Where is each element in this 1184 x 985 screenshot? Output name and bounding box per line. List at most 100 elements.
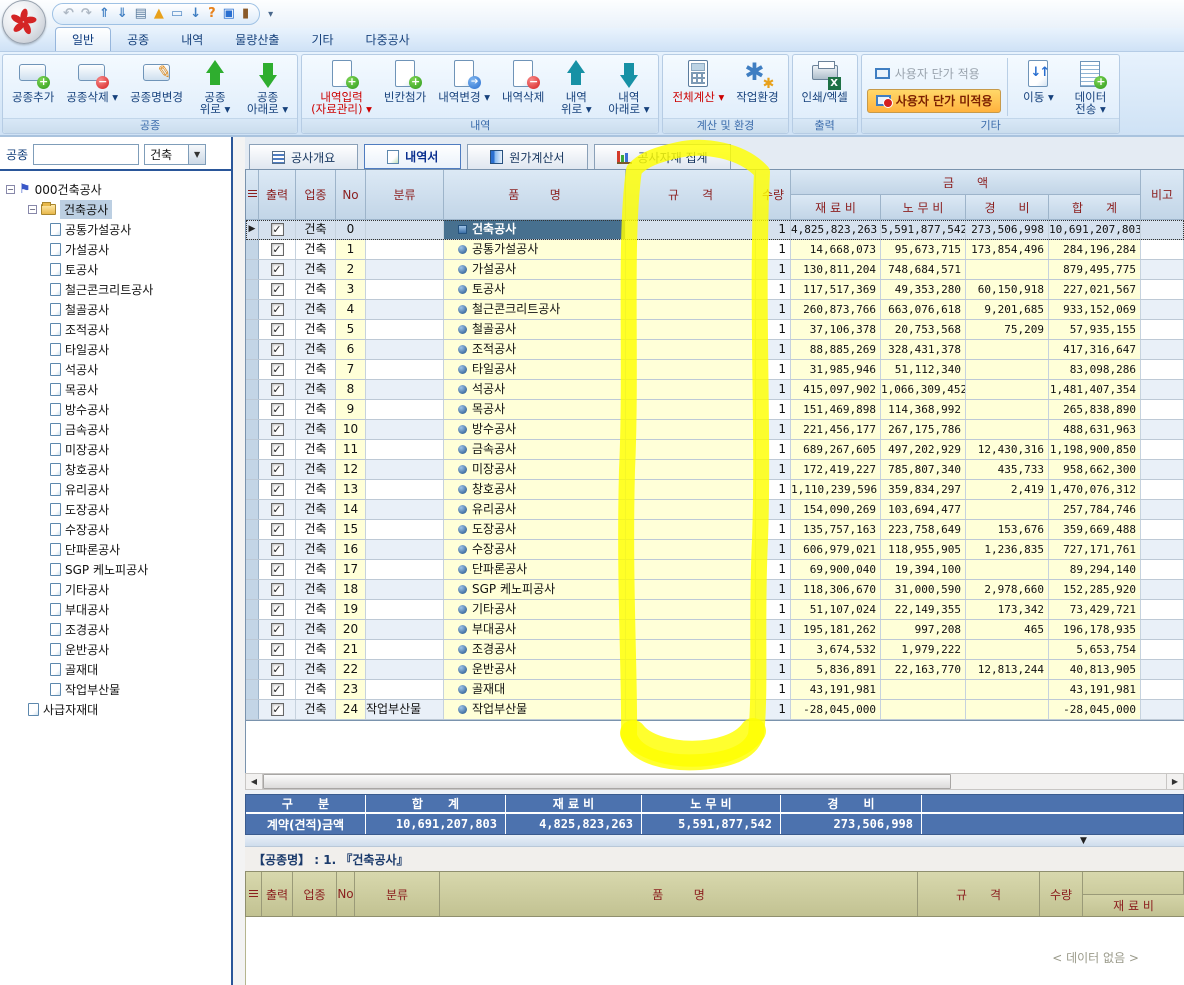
class-cell[interactable] [366, 660, 444, 679]
expense-cell[interactable]: 2,978,660 [966, 580, 1049, 599]
industry-cell[interactable]: 건축 [296, 380, 336, 399]
row-indicator[interactable] [246, 480, 259, 499]
expense-cell[interactable]: 2,419 [966, 480, 1049, 499]
labor-cost-cell[interactable]: 328,431,378 [881, 340, 966, 359]
tree-item[interactable]: 공통가설공사 [0, 219, 231, 239]
col-header-spec[interactable]: 규 격 [626, 170, 756, 220]
remark-cell[interactable] [1141, 420, 1184, 439]
checkbox-checked-icon[interactable]: ✓ [271, 343, 284, 356]
spec-cell[interactable] [626, 560, 756, 579]
qty-cell[interactable]: 1 [756, 540, 791, 559]
labor-cost-cell[interactable] [881, 700, 966, 719]
name-cell[interactable]: 수장공사 [444, 540, 626, 559]
industry-cell[interactable]: 건축 [296, 640, 336, 659]
col-header-industry[interactable]: 업종 [296, 170, 336, 220]
output-checkbox-cell[interactable]: ✓ [259, 540, 296, 559]
checkbox-checked-icon[interactable]: ✓ [271, 683, 284, 696]
table-row[interactable]: ✓건축20부대공사1195,181,262997,208465196,178,9… [246, 620, 1184, 640]
labor-cost-cell[interactable]: 95,673,715 [881, 240, 966, 259]
class-cell[interactable] [366, 300, 444, 319]
tree-item[interactable]: 조경공사 [0, 619, 231, 639]
bottom-col-material[interactable]: 재 료 비 [1083, 894, 1184, 916]
name-cell[interactable]: SGP 케노피공사 [444, 580, 626, 599]
table-row[interactable]: ✓건축12미장공사1172,419,227785,807,340435,7339… [246, 460, 1184, 480]
total-cost-cell[interactable]: 879,495,775 [1049, 260, 1141, 279]
col-header-material[interactable]: 재 료 비 [791, 195, 881, 220]
total-cost-cell[interactable]: 73,429,721 [1049, 600, 1141, 619]
panel-splitter[interactable]: ▼ [245, 835, 1184, 847]
checkbox-checked-icon[interactable]: ✓ [271, 443, 284, 456]
output-checkbox-cell[interactable]: ✓ [259, 520, 296, 539]
bottom-col-spec[interactable]: 규 격 [918, 872, 1040, 916]
tree-item[interactable]: 철근콘크리트공사 [0, 279, 231, 299]
qty-cell[interactable]: 1 [756, 700, 791, 719]
total-cost-cell[interactable]: 57,935,155 [1049, 320, 1141, 339]
labor-cost-cell[interactable]: 663,076,618 [881, 300, 966, 319]
expense-cell[interactable]: 465 [966, 620, 1049, 639]
tree-item[interactable]: 조적공사 [0, 319, 231, 339]
remark-cell[interactable] [1141, 260, 1184, 279]
form-options-icon[interactable]: ▤ [135, 4, 147, 24]
industry-cell[interactable]: 건축 [296, 460, 336, 479]
scroll-right-icon[interactable]: ▶ [1166, 774, 1183, 789]
total-cost-cell[interactable]: 1,481,407,354 [1049, 380, 1141, 399]
labor-cost-cell[interactable]: 19,394,100 [881, 560, 966, 579]
checkbox-checked-icon[interactable]: ✓ [271, 583, 284, 596]
checkbox-checked-icon[interactable]: ✓ [271, 223, 284, 236]
material-cost-cell[interactable]: 154,090,269 [791, 500, 881, 519]
tree-item[interactable]: 도장공사 [0, 499, 231, 519]
class-cell[interactable] [366, 600, 444, 619]
class-cell[interactable]: 작업부산물 [366, 700, 444, 719]
industry-cell[interactable]: 건축 [296, 560, 336, 579]
download-circle-icon[interactable]: ↓ [190, 4, 201, 24]
bottom-corner-cell[interactable] [246, 872, 262, 916]
material-cost-cell[interactable]: 117,517,369 [791, 280, 881, 299]
class-cell[interactable] [366, 680, 444, 699]
name-cell[interactable]: 미장공사 [444, 460, 626, 479]
table-row[interactable]: ✓건축24작업부산물작업부산물1-28,045,000-28,045,000 [246, 700, 1184, 720]
help-icon[interactable]: ? [208, 4, 216, 24]
table-row[interactable]: ✓건축11금속공사1689,267,605497,202,92912,430,3… [246, 440, 1184, 460]
qty-cell[interactable]: 1 [756, 260, 791, 279]
spec-cell[interactable] [626, 660, 756, 679]
tree-item[interactable]: 철골공사 [0, 299, 231, 319]
total-cost-cell[interactable]: -28,045,000 [1049, 700, 1141, 719]
user-price-unapply-button[interactable]: 사용자 단가 미적용 [867, 89, 1002, 113]
row-indicator[interactable] [246, 460, 259, 479]
name-cell[interactable]: 부대공사 [444, 620, 626, 639]
detail-up-button[interactable]: 내역 위로 ▾ [550, 56, 602, 118]
row-indicator[interactable] [246, 700, 259, 719]
detail-delete-button[interactable]: −내역삭제 [496, 56, 550, 118]
row-indicator[interactable] [246, 640, 259, 659]
ribbon-tab-etc[interactable]: 기타 [295, 28, 349, 51]
remark-cell[interactable] [1141, 560, 1184, 579]
class-cell[interactable] [366, 340, 444, 359]
class-cell[interactable] [366, 400, 444, 419]
no-cell[interactable]: 16 [336, 540, 366, 559]
output-checkbox-cell[interactable]: ✓ [259, 580, 296, 599]
labor-cost-cell[interactable]: 267,175,786 [881, 420, 966, 439]
industry-cell[interactable]: 건축 [296, 400, 336, 419]
table-row[interactable]: ✓건축9목공사1151,469,898114,368,992265,838,89… [246, 400, 1184, 420]
expense-cell[interactable]: 60,150,918 [966, 280, 1049, 299]
industry-cell[interactable]: 건축 [296, 280, 336, 299]
no-cell[interactable]: 11 [336, 440, 366, 459]
tree-item[interactable]: 유리공사 [0, 479, 231, 499]
window-icon[interactable]: ▭ [171, 4, 183, 24]
labor-cost-cell[interactable]: 118,955,905 [881, 540, 966, 559]
checkbox-checked-icon[interactable]: ✓ [271, 303, 284, 316]
col-header-class[interactable]: 분류 [366, 170, 444, 220]
material-cost-cell[interactable]: 51,107,024 [791, 600, 881, 619]
name-cell[interactable]: 철근콘크리트공사 [444, 300, 626, 319]
spec-cell[interactable] [626, 580, 756, 599]
output-checkbox-cell[interactable]: ✓ [259, 320, 296, 339]
total-cost-cell[interactable]: 284,196,284 [1049, 240, 1141, 259]
name-cell[interactable]: 조적공사 [444, 340, 626, 359]
no-cell[interactable]: 13 [336, 480, 366, 499]
remark-cell[interactable] [1141, 520, 1184, 539]
row-indicator[interactable] [246, 620, 259, 639]
row-indicator[interactable] [246, 500, 259, 519]
expense-cell[interactable] [966, 560, 1049, 579]
row-indicator[interactable] [246, 400, 259, 419]
tree-item[interactable]: 창호공사 [0, 459, 231, 479]
